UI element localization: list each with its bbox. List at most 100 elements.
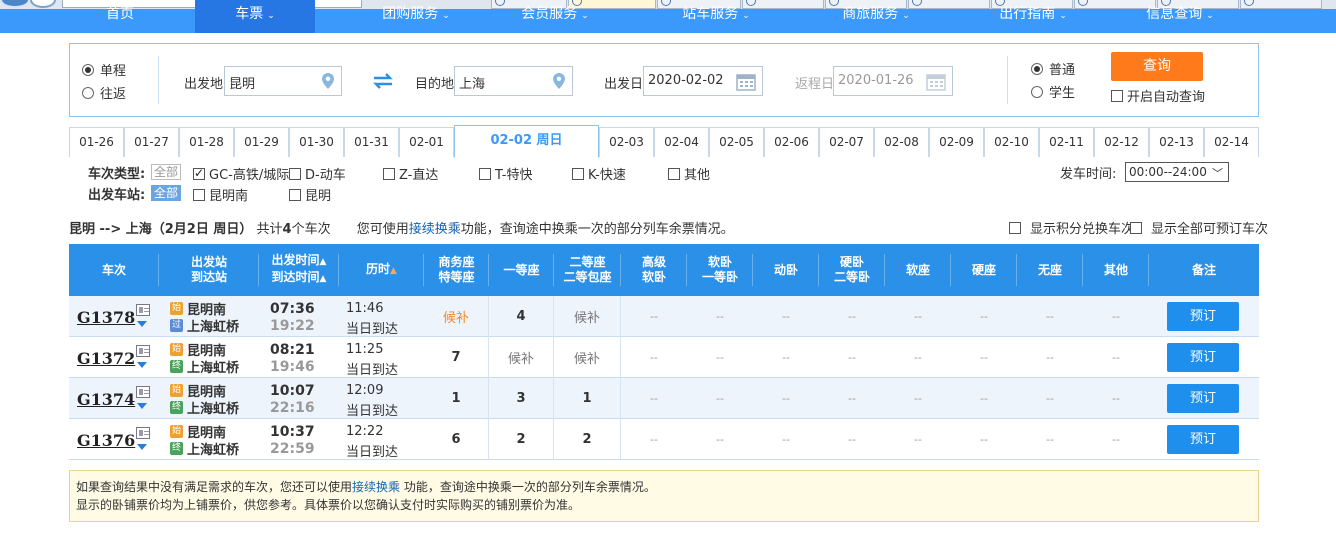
column-header[interactable]: 出发时间▲ 到达时间▲ [259, 244, 339, 296]
train-type-option[interactable]: Z-直达 [383, 164, 438, 183]
book-button[interactable]: 预订 [1167, 425, 1239, 454]
column-header[interactable]: 历时▲ [339, 244, 424, 296]
date-tab[interactable]: 02-12 [1094, 127, 1149, 157]
nav-item-7[interactable]: 信息查询 ⌄ [1120, 0, 1240, 33]
station-option[interactable]: 昆明南 [193, 185, 248, 204]
seat-cell[interactable]: 1 [554, 378, 621, 419]
train-type-option[interactable]: D-动车 [289, 164, 346, 183]
train-type-checkbox[interactable] [193, 166, 205, 180]
seat-cell[interactable]: 候补 [424, 296, 489, 337]
seat-cell[interactable]: 7 [424, 337, 489, 378]
nav-item-2[interactable]: 团购服务 ⌄ [356, 0, 476, 33]
trip-round-option[interactable]: 往返 [82, 83, 126, 102]
notice-transfer-link[interactable]: 接续换乘 [352, 480, 400, 494]
train-number-link[interactable]: G1372 [77, 349, 135, 368]
date-tab[interactable]: 02-03 [599, 127, 654, 157]
show-all-option[interactable]: 显示全部可预订车次 [1130, 218, 1268, 237]
date-tab[interactable]: 01-31 [344, 127, 399, 157]
station-all-button[interactable]: 全部 [151, 185, 182, 201]
depart-date-input[interactable]: 2020-02-02 [643, 66, 763, 96]
date-tab[interactable]: 02-13 [1149, 127, 1204, 157]
book-button[interactable]: 预订 [1167, 384, 1239, 413]
seat-cell[interactable]: 候补 [554, 296, 621, 337]
date-tab[interactable]: 02-01 [399, 127, 454, 157]
nav-item-1[interactable]: 车票 ⌄ [195, 0, 315, 33]
date-tab[interactable]: 01-26 [69, 127, 124, 157]
date-tab[interactable]: 01-29 [234, 127, 289, 157]
train-info-icon[interactable] [136, 345, 150, 357]
train-type-all-button[interactable]: 全部 [151, 164, 182, 180]
from-input[interactable]: 昆明 [224, 66, 342, 96]
train-type-checkbox[interactable] [479, 167, 491, 180]
train-type-option[interactable]: T-特快 [479, 164, 532, 183]
date-tab[interactable]: 01-27 [124, 127, 179, 157]
station-checkbox[interactable] [193, 188, 205, 201]
date-tab[interactable]: 02-02 周日 [454, 125, 599, 158]
passenger-student-option[interactable]: 学生 [1031, 82, 1075, 101]
passenger-normal-option[interactable]: 普通 [1031, 59, 1075, 78]
train-type-option[interactable]: GC-高铁/城际 [193, 164, 289, 183]
passenger-normal-radio[interactable] [1031, 62, 1043, 75]
expand-stops-icon[interactable] [137, 403, 147, 409]
show-points-option[interactable]: 显示积分兑换车次 [1009, 218, 1134, 237]
trip-round-radio[interactable] [82, 86, 94, 99]
expand-stops-icon[interactable] [137, 362, 147, 368]
sort-arrow-icon[interactable]: ▲ [320, 274, 327, 284]
seat-cell[interactable]: 候补 [554, 337, 621, 378]
sort-arrow-icon[interactable]: ▲ [320, 257, 327, 267]
expand-stops-icon[interactable] [137, 321, 147, 327]
date-tab[interactable]: 02-10 [984, 127, 1039, 157]
nav-item-5[interactable]: 商旅服务 ⌄ [816, 0, 936, 33]
date-tab[interactable]: 02-07 [819, 127, 874, 157]
nav-item-4[interactable]: 站车服务 ⌄ [656, 0, 776, 33]
transfer-link[interactable]: 接续换乘 [409, 222, 461, 237]
train-number-link[interactable]: G1376 [77, 431, 135, 450]
nav-item-6[interactable]: 出行指南 ⌄ [973, 0, 1093, 33]
seat-cell[interactable]: 4 [489, 296, 554, 337]
browser-forward-icon[interactable] [30, 0, 56, 8]
seat-cell[interactable]: 候补 [489, 337, 554, 378]
date-tab[interactable]: 02-06 [764, 127, 819, 157]
date-tab[interactable]: 02-04 [654, 127, 709, 157]
book-button[interactable]: 预订 [1167, 343, 1239, 372]
seat-cell[interactable]: 1 [424, 378, 489, 419]
train-info-icon[interactable] [136, 427, 150, 439]
train-type-checkbox[interactable] [572, 167, 584, 180]
book-button[interactable]: 预订 [1167, 302, 1239, 331]
sort-arrow-icon[interactable]: ▲ [390, 266, 397, 276]
trip-one-way-option[interactable]: 单程 [82, 60, 126, 79]
seat-cell[interactable]: 2 [554, 419, 621, 460]
train-type-checkbox[interactable] [289, 167, 301, 180]
station-option[interactable]: 昆明 [289, 185, 331, 204]
train-info-icon[interactable] [136, 304, 150, 316]
date-tab[interactable]: 02-05 [709, 127, 764, 157]
search-button[interactable]: 查询 [1111, 52, 1203, 81]
to-input[interactable]: 上海 [454, 66, 573, 96]
expand-stops-icon[interactable] [137, 444, 147, 450]
depart-time-select[interactable]: 00:00--24:00 ﹀ [1125, 162, 1229, 182]
auto-query-checkbox[interactable] [1111, 89, 1123, 102]
date-tab[interactable]: 01-28 [179, 127, 234, 157]
date-tab[interactable]: 02-08 [874, 127, 929, 157]
seat-cell[interactable]: 3 [489, 378, 554, 419]
train-type-checkbox[interactable] [383, 167, 395, 180]
trip-one-way-radio[interactable] [82, 63, 94, 76]
train-number-link[interactable]: G1374 [77, 390, 135, 409]
swap-stations-icon[interactable] [372, 72, 394, 90]
train-info-icon[interactable] [136, 386, 150, 398]
train-number-link[interactable]: G1378 [77, 308, 135, 327]
train-type-option[interactable]: 其他 [668, 164, 710, 183]
date-tab[interactable]: 01-30 [289, 127, 344, 157]
nav-item-3[interactable]: 会员服务 ⌄ [495, 0, 615, 33]
station-checkbox[interactable] [289, 188, 301, 201]
return-date-input[interactable]: 2020-01-26 [833, 66, 953, 96]
show-points-checkbox[interactable] [1009, 221, 1021, 234]
nav-item-0[interactable]: 首页 [60, 0, 180, 33]
show-all-checkbox[interactable] [1130, 221, 1142, 234]
seat-cell[interactable]: 6 [424, 419, 489, 460]
date-tab[interactable]: 02-14 [1204, 127, 1259, 157]
seat-cell[interactable]: 2 [489, 419, 554, 460]
date-tab[interactable]: 02-11 [1039, 127, 1094, 157]
browser-back-icon[interactable] [0, 0, 30, 8]
browser-tab[interactable] [1240, 0, 1322, 9]
